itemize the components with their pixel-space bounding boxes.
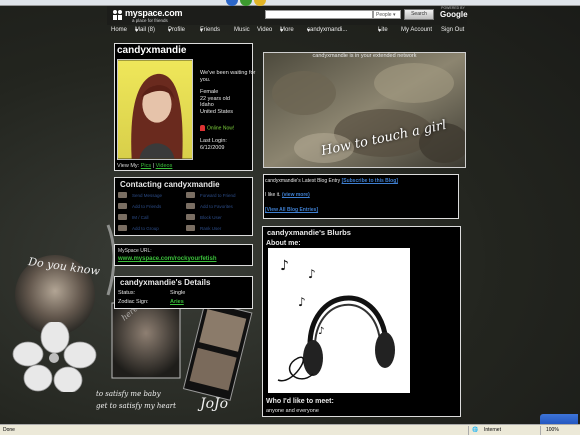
nav-friends[interactable]: Friends ▾: [200, 27, 220, 34]
svg-text:♪: ♪: [280, 258, 289, 274]
status-separator: [468, 426, 469, 435]
search-scope-select[interactable]: People ▾: [373, 10, 401, 19]
svg-text:♪: ♪: [298, 295, 306, 309]
decor-text-3: to satisfy me baby: [96, 390, 161, 398]
myspace-people-icon: [113, 10, 123, 20]
blog-latest-entry: candyxmandie's Latest Blog Entry [Subscr…: [265, 178, 398, 184]
online-label: Online Now!: [207, 125, 235, 132]
zone-label: Internet: [484, 427, 501, 433]
details-zodiac-label: Zodiac Sign:: [118, 299, 149, 305]
blog-entry-title: I like it.: [265, 192, 281, 198]
nav-my-account[interactable]: My Account: [401, 27, 432, 33]
profile-name: candyxmandie: [117, 45, 187, 56]
view-videos-link[interactable]: Videos: [156, 163, 173, 169]
main-nav: Home Mail (8) ▾ Profile ▾ Friends ▾ Musi…: [107, 27, 467, 39]
nav-more[interactable]: More ▾: [280, 27, 294, 34]
profile-photo[interactable]: [117, 59, 193, 160]
nav-music[interactable]: Music: [234, 27, 250, 33]
status-separator-2: [540, 426, 541, 435]
about-me-label: About me:: [266, 240, 301, 247]
search-input[interactable]: [265, 10, 373, 19]
meet-value: anyone and everyone: [266, 408, 319, 414]
view-my-label: View My:: [117, 163, 140, 169]
extended-network-banner: candyxmandie is in your extended network…: [263, 52, 466, 168]
browser-statusbar: Done 🌐 Internet 100%: [0, 424, 580, 435]
view-all-blog-link[interactable]: [View All Blog Entries]: [265, 207, 318, 213]
svg-text:♪: ♪: [318, 326, 324, 337]
flower-icon: [12, 322, 97, 392]
rank-icon: [186, 225, 195, 231]
blog-view-all: [View All Blog Entries]: [265, 207, 318, 213]
nav-more-label: More: [280, 27, 294, 33]
nav-sign-out[interactable]: Sign Out: [441, 27, 464, 33]
zoom-level[interactable]: 100%: [546, 427, 559, 433]
globe-icon: 🌐: [472, 427, 479, 433]
logo-wordmark: myspace.com: [125, 8, 183, 18]
system-tray-bubble[interactable]: [540, 414, 578, 424]
contacting-title: Contacting candyxmandie: [120, 180, 220, 189]
nav-mail-label: Mail (8): [135, 27, 156, 33]
details-zodiac-value[interactable]: Aries: [170, 299, 184, 305]
search-scope-label: People: [376, 12, 392, 18]
group-icon: [118, 225, 127, 231]
view-my-links: View My: Pics | Videos: [117, 163, 172, 169]
profile-headline: We've been waiting for you.: [200, 70, 256, 83]
view-more-link[interactable]: (view more): [282, 192, 310, 198]
details-status-label: Status:: [118, 290, 136, 296]
browser-page: myspace.com a place for friends People ▾…: [0, 0, 580, 435]
last-login: Last Login: 6/12/2009: [200, 138, 227, 151]
details-title: candyxmandie's Details: [120, 278, 211, 287]
nav-home[interactable]: Home: [111, 27, 127, 33]
blurbs-title: candyxmandie's Blurbs: [267, 228, 351, 237]
logo-tagline: a place for friends: [132, 18, 168, 23]
nav-video[interactable]: Video: [257, 27, 272, 33]
online-person-icon: [200, 125, 205, 131]
im-icon: [118, 214, 127, 220]
nav-friends-label: Friends: [200, 27, 221, 33]
google-logo: Google: [440, 10, 468, 19]
blog-entry: I like it. (view more): [265, 192, 310, 198]
svg-text:♪: ♪: [308, 267, 316, 281]
favorites-icon: [186, 203, 195, 209]
last-login-date: 6/12/2009: [200, 144, 225, 151]
view-pics-link[interactable]: Pics: [141, 163, 151, 169]
view-my-separator: |: [152, 163, 155, 169]
search-button[interactable]: Search: [404, 9, 434, 20]
decor-signature: JoJo: [200, 396, 229, 412]
details-status-value: Single: [170, 290, 186, 296]
nav-lite-label: Lite: [378, 27, 388, 33]
nav-profile-label: Profile: [168, 27, 186, 33]
forward-icon: [186, 192, 195, 198]
meet-label: Who I'd like to meet:: [266, 398, 334, 405]
banner-image: [264, 53, 465, 167]
myspace-logo[interactable]: myspace.com a place for friends: [113, 8, 203, 26]
url-label: MySpace URL:: [118, 248, 152, 254]
decor-text-4: get to satisfy my heart: [96, 402, 176, 410]
nav-profile-user[interactable]: candyxmandi... ▾: [307, 27, 347, 34]
url-link[interactable]: www.myspace.com/rockyourfetish: [118, 256, 216, 262]
envelope-icon: [118, 192, 127, 198]
nav-user-label: candyxmandi...: [307, 27, 348, 33]
nav-profile[interactable]: Profile ▾: [168, 27, 185, 34]
profile-country: United States: [200, 108, 234, 115]
block-icon: [186, 214, 195, 220]
blog-latest-label: candyxmandie's Latest Blog Entry: [265, 178, 341, 184]
subscribe-link[interactable]: [Subscribe to this Blog]: [342, 178, 398, 184]
powered-by-google: POWERED BY Google: [440, 6, 468, 22]
nav-lite[interactable]: Lite ▾: [378, 27, 388, 34]
status-text: Done: [3, 427, 15, 433]
nav-mail[interactable]: Mail (8) ▾: [135, 27, 155, 34]
extended-network-text: candyxmandie is in your extended network: [312, 53, 417, 59]
online-indicator: Online Now!: [200, 125, 234, 131]
headphones-image: ♪ ♪ ♪ ♪: [268, 248, 410, 393]
profile-info: We've been waiting for you. Female 22 ye…: [200, 70, 260, 115]
last-login-label: Last Login:: [200, 138, 227, 144]
add-friend-icon: [118, 203, 127, 209]
